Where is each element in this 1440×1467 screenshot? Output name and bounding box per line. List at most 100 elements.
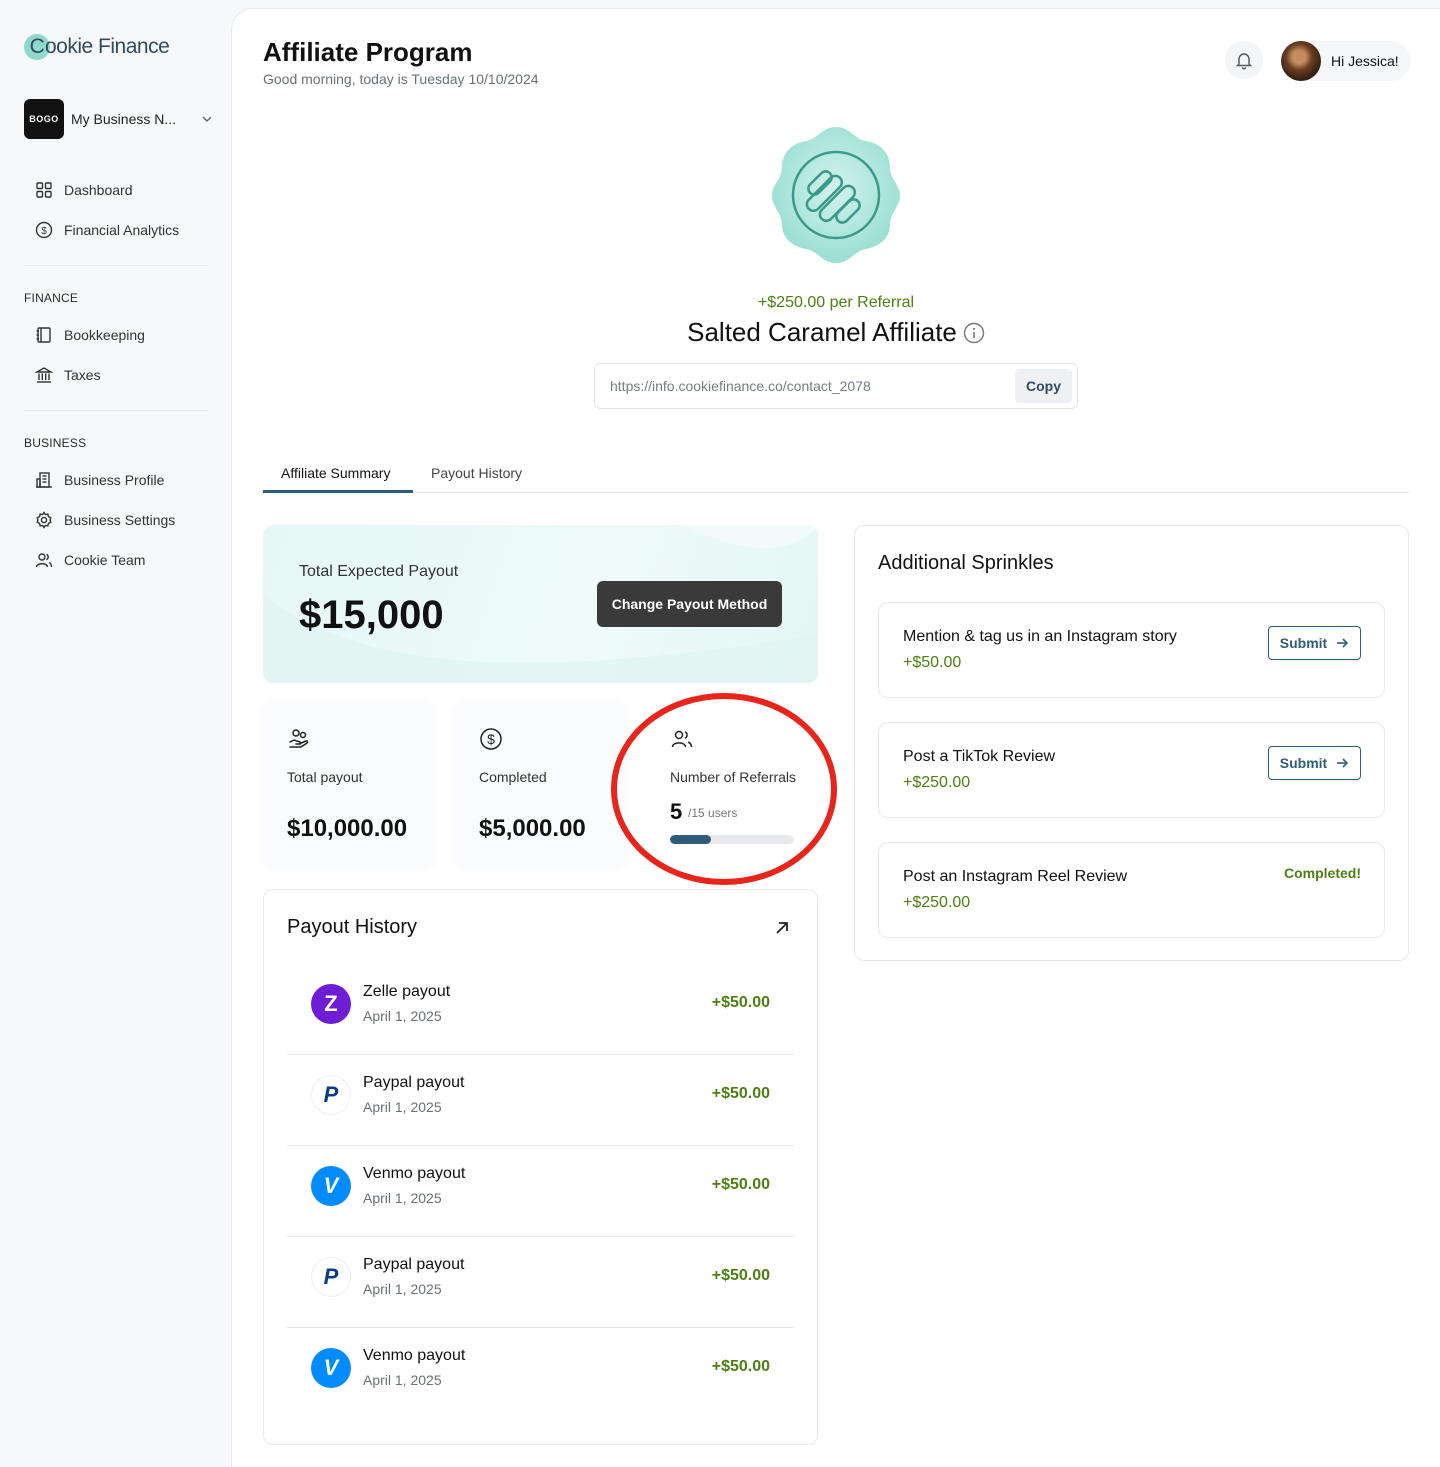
dollar-circle-icon: $: [480, 728, 502, 750]
dollar-circle-icon: $: [35, 221, 53, 239]
sidebar-item-business-settings[interactable]: Business Settings: [34, 508, 175, 532]
sprinkle-task-reward: +$250.00: [903, 894, 971, 911]
sidebar-item-label: Financial Analytics: [64, 222, 180, 238]
sidebar-divider: [24, 265, 208, 266]
venmo-icon: V: [311, 1166, 351, 1206]
expected-payout-amount: $15,000: [299, 593, 444, 637]
sidebar-item-dashboard[interactable]: Dashboard: [34, 178, 133, 202]
referral-link-url[interactable]: https://info.cookiefinance.co/contact_20…: [610, 378, 1015, 394]
building-icon: [36, 472, 52, 488]
sprinkle-task-reward: +$250.00: [903, 774, 971, 791]
book-icon: [36, 327, 51, 343]
sprinkle-task-title: Mention & tag us in an Instagram story: [903, 628, 1177, 645]
sprinkle-task-title: Post a TikTok Review: [903, 748, 1056, 765]
payout-amount: +$50.00: [711, 994, 770, 1011]
payout-title: Venmo payout: [363, 1165, 466, 1182]
brand-logo[interactable]: C ookie Finance: [24, 34, 170, 60]
copy-link-button[interactable]: Copy: [1015, 369, 1072, 403]
additional-sprinkles-card: Additional Sprinkles Mention & tag us in…: [854, 525, 1409, 961]
payout-amount: +$50.00: [711, 1358, 770, 1375]
sidebar-item-label: Cookie Team: [64, 552, 146, 568]
sprinkle-task-reward: +$50.00: [903, 654, 962, 671]
referral-count: 5: [670, 799, 683, 824]
sidebar-item-label: Taxes: [64, 367, 101, 383]
user-menu[interactable]: Hi Jessica!: [1281, 41, 1411, 81]
page-title: Affiliate Program: [263, 37, 473, 67]
payout-title: Paypal payout: [363, 1256, 465, 1273]
gear-icon: [36, 511, 52, 529]
paypal-icon: P: [311, 1257, 351, 1297]
sidebar-item-cookie-team[interactable]: Cookie Team: [34, 548, 145, 572]
payout-date: April 1, 2025: [363, 1372, 442, 1388]
user-greeting: Hi Jessica!: [1331, 53, 1399, 69]
sprinkles-title: Additional Sprinkles: [878, 552, 1054, 574]
payout-title: Venmo payout: [363, 1347, 466, 1364]
submit-button[interactable]: Submit: [1268, 626, 1361, 660]
arrow-up-right-icon[interactable]: [772, 918, 792, 938]
brand-logo-text: ookie Finance: [45, 35, 170, 58]
sidebar-item-bookkeeping[interactable]: Bookkeeping: [34, 323, 145, 347]
sidebar-item-taxes[interactable]: Taxes: [34, 363, 101, 387]
sidebar: C ookie Finance BOGO My Business N... Da…: [0, 0, 231, 1467]
venmo-icon: V: [311, 1348, 351, 1388]
section-label-finance: FINANCE: [24, 291, 79, 305]
payout-history-card: Payout History Z Zelle payout April 1, 2…: [263, 889, 818, 1445]
expected-payout-label: Total Expected Payout: [299, 563, 459, 580]
payout-row[interactable]: V Venmo payout April 1, 2025 +$50.00: [287, 1328, 794, 1419]
chevron-down-icon: [202, 116, 212, 122]
completed-value: $5,000.00: [479, 815, 586, 842]
hand-coins-icon: [289, 729, 309, 748]
affiliate-badge-icon: [772, 127, 900, 263]
sidebar-divider: [24, 410, 208, 411]
payout-row[interactable]: V Venmo payout April 1, 2025 +$50.00: [287, 1146, 794, 1237]
notifications-button[interactable]: [1225, 41, 1263, 79]
affiliate-name-text: Salted Caramel Affiliate: [687, 317, 957, 347]
sprinkle-task-title: Post an Instagram Reel Review: [903, 868, 1128, 885]
payout-date: April 1, 2025: [363, 1099, 442, 1115]
change-payout-method-button[interactable]: Change Payout Method: [597, 581, 782, 627]
business-switcher[interactable]: BOGO My Business N...: [24, 99, 214, 139]
bell-icon: [1235, 53, 1253, 70]
total-payout-card: Total payout $10,000.00: [263, 703, 434, 869]
payout-amount: +$50.00: [711, 1267, 770, 1284]
grid-icon: [36, 182, 52, 198]
arrow-right-icon: [1337, 638, 1349, 648]
business-name: My Business N...: [71, 111, 177, 127]
main-panel: Affiliate Program Good morning, today is…: [231, 8, 1440, 1467]
completed-label: Completed: [479, 769, 547, 785]
zelle-icon: Z: [311, 984, 351, 1024]
svg-text:$: $: [487, 731, 495, 747]
sidebar-item-financial-analytics[interactable]: $ Financial Analytics: [34, 218, 179, 242]
payout-row[interactable]: Z Zelle payout April 1, 2025 +$50.00: [287, 964, 794, 1055]
submit-button[interactable]: Submit: [1268, 746, 1361, 780]
paypal-icon: P: [311, 1075, 351, 1115]
total-payout-value: $10,000.00: [287, 815, 408, 842]
avatar: [1281, 41, 1321, 81]
referral-progress-fill: [670, 835, 711, 844]
payout-amount: +$50.00: [711, 1176, 770, 1193]
payout-row[interactable]: P Paypal payout April 1, 2025 +$50.00: [287, 1055, 794, 1146]
per-referral-reward: +$250.00 per Referral: [757, 294, 915, 311]
info-icon[interactable]: [963, 322, 985, 344]
expected-payout-card: Total Expected Payout $15,000 Change Pay…: [263, 525, 818, 683]
business-logo: BOGO: [24, 99, 64, 139]
section-label-business: BUSINESS: [24, 436, 87, 450]
referrals-card: Number of Referrals: [646, 703, 818, 869]
tab-affiliate-summary[interactable]: Affiliate Summary: [281, 465, 390, 481]
payout-row[interactable]: P Paypal payout April 1, 2025 +$50.00: [287, 1237, 794, 1328]
payout-title: Paypal payout: [363, 1074, 465, 1091]
sidebar-item-label: Business Profile: [64, 472, 165, 488]
tab-payout-history[interactable]: Payout History: [431, 465, 522, 481]
payout-date: April 1, 2025: [363, 1008, 442, 1024]
submit-button-label: Submit: [1279, 755, 1328, 771]
sprinkle-task: Post a TikTok Review +$250.00 Submit: [878, 722, 1385, 818]
greeting-text: Good morning, today is Tuesday 10/10/202…: [263, 71, 539, 87]
sidebar-item-label: Bookkeeping: [64, 327, 145, 343]
payout-amount: +$50.00: [711, 1085, 770, 1102]
sidebar-item-business-profile[interactable]: Business Profile: [34, 468, 164, 492]
payout-date: April 1, 2025: [363, 1281, 442, 1297]
sprinkle-task: Post an Instagram Reel Review +$250.00 C…: [878, 842, 1385, 938]
referral-link-field[interactable]: https://info.cookiefinance.co/contact_20…: [594, 363, 1078, 409]
referral-progress-bar: [670, 835, 794, 844]
active-tab-indicator: [263, 490, 413, 493]
